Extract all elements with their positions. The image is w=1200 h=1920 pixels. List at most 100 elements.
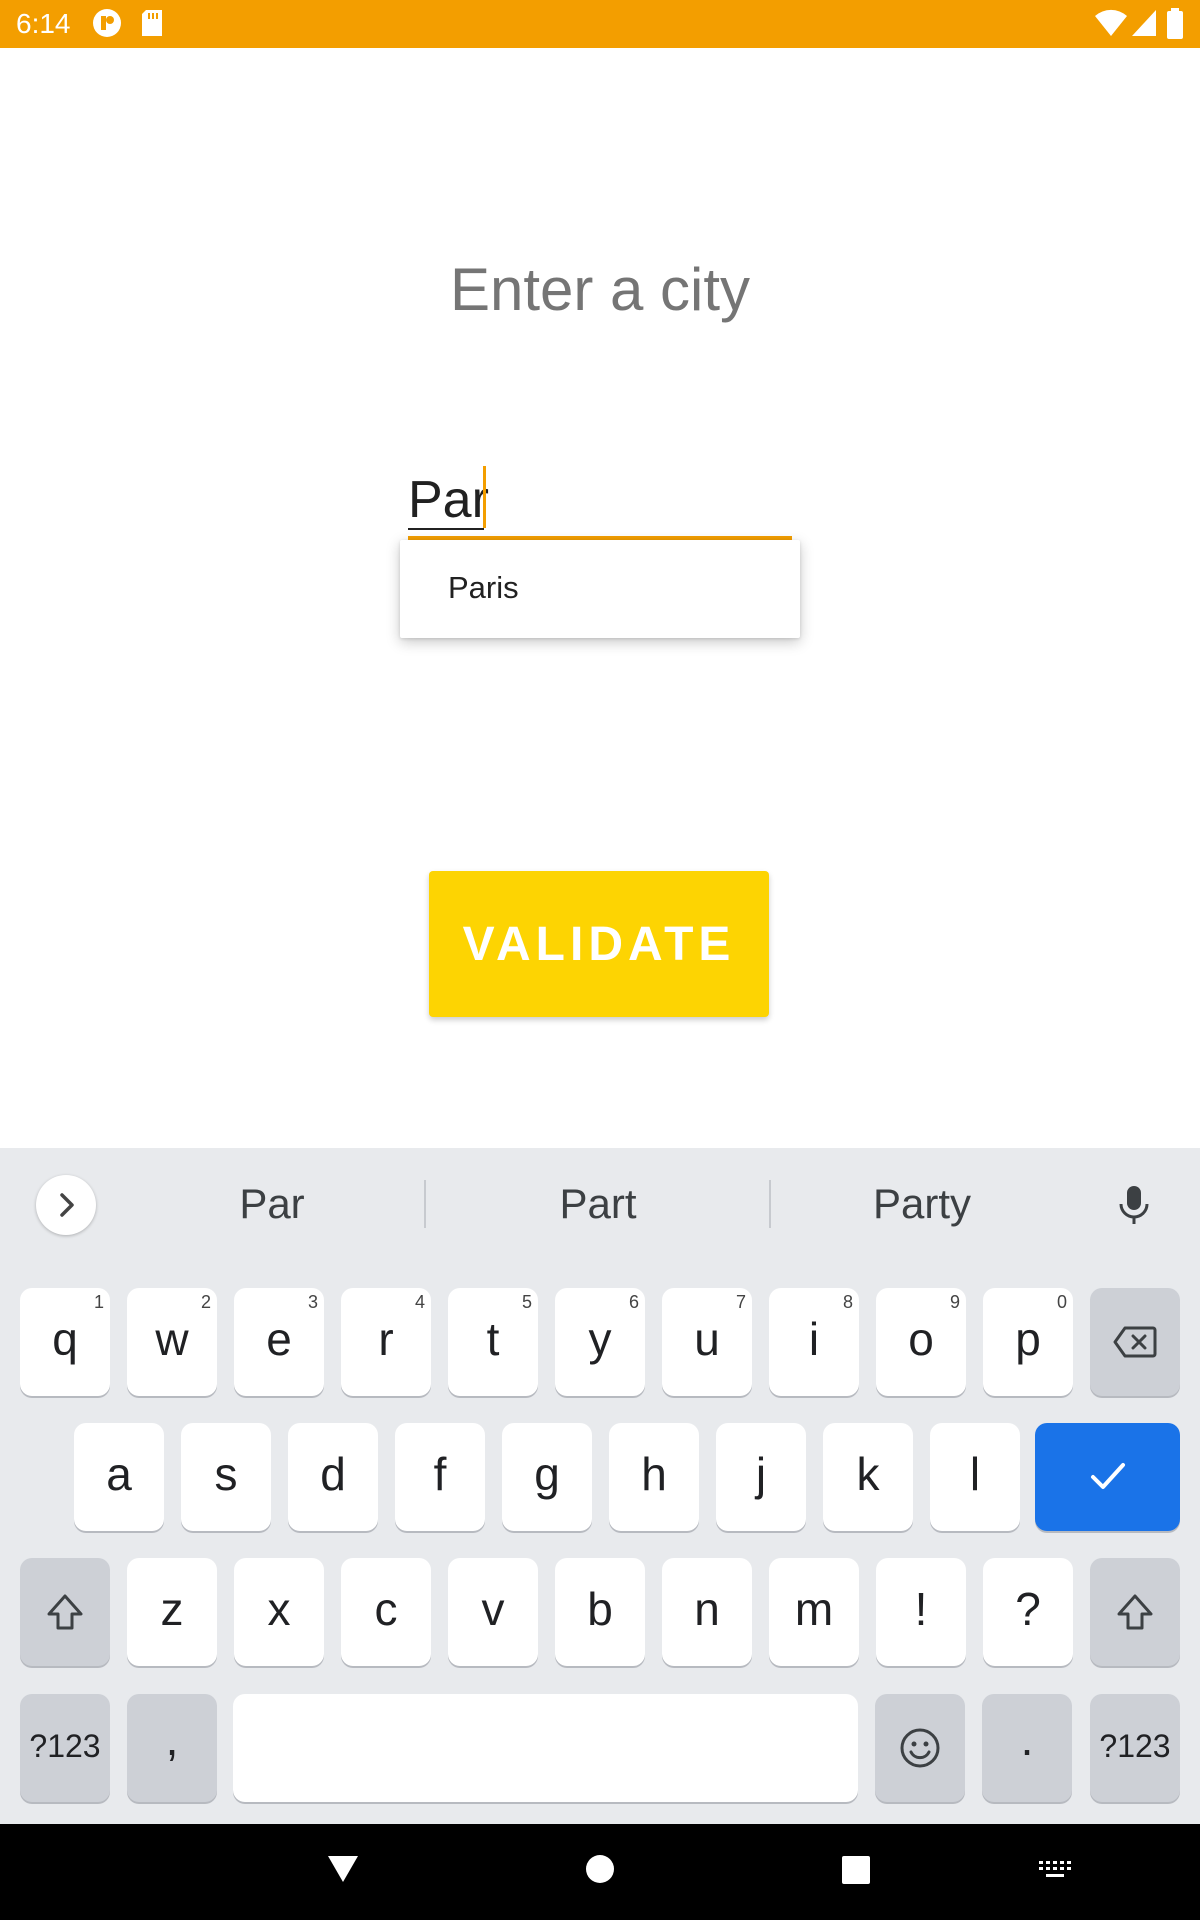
period-key[interactable]: . xyxy=(982,1694,1072,1802)
backspace-icon xyxy=(1113,1326,1157,1358)
key-label: h xyxy=(641,1448,667,1500)
key-a[interactable]: a xyxy=(74,1423,164,1531)
composing-underline xyxy=(408,528,484,530)
key-label: y xyxy=(588,1313,612,1365)
key-g[interactable]: g xyxy=(502,1423,592,1531)
key-hint: 3 xyxy=(307,1292,318,1312)
key-label: c xyxy=(374,1583,398,1635)
key-label: k xyxy=(856,1448,880,1500)
key-o[interactable]: 9o xyxy=(876,1288,966,1396)
key-z[interactable]: z xyxy=(127,1558,217,1666)
key-m[interactable]: m xyxy=(769,1558,859,1666)
key-w[interactable]: 2w xyxy=(127,1288,217,1396)
key-label: w xyxy=(155,1313,189,1365)
key-exclamation[interactable]: ! xyxy=(876,1558,966,1666)
key-question[interactable]: ? xyxy=(983,1558,1073,1666)
key-label: v xyxy=(481,1583,505,1635)
key-hint: 5 xyxy=(521,1292,532,1312)
autocomplete-item[interactable]: Paris xyxy=(448,570,519,606)
chevron-right-icon xyxy=(60,1193,74,1217)
home-circle-icon[interactable] xyxy=(585,1854,615,1889)
keyboard-switch-icon[interactable] xyxy=(1038,1860,1072,1885)
comma-key[interactable]: , xyxy=(127,1694,217,1802)
key-label: j xyxy=(755,1448,767,1500)
space-bar[interactable] xyxy=(233,1694,858,1802)
key-h[interactable]: h xyxy=(609,1423,699,1531)
key-hint: 6 xyxy=(628,1292,639,1312)
status-bar: 6:14 xyxy=(0,0,1200,48)
key-label: a xyxy=(106,1448,132,1500)
validate-button[interactable]: VALIDATE xyxy=(429,871,769,1017)
key-label: q xyxy=(52,1313,78,1365)
key-hint: 0 xyxy=(1056,1292,1067,1312)
checkmark-icon xyxy=(1091,1463,1125,1489)
suggestion-3[interactable]: Party xyxy=(822,1180,1022,1228)
key-b[interactable]: b xyxy=(555,1558,645,1666)
key-k[interactable]: k xyxy=(823,1423,913,1531)
done-key[interactable] xyxy=(1035,1423,1180,1531)
key-u[interactable]: 7u xyxy=(662,1288,752,1396)
key-label: n xyxy=(694,1583,720,1635)
key-e[interactable]: 3e xyxy=(234,1288,324,1396)
key-p[interactable]: 0p xyxy=(983,1288,1073,1396)
suggestion-2[interactable]: Part xyxy=(498,1180,698,1228)
autocomplete-dropdown: Paris xyxy=(400,540,800,638)
key-x[interactable]: x xyxy=(234,1558,324,1666)
symbols-key-left[interactable]: ?123 xyxy=(20,1694,110,1802)
key-label: f xyxy=(433,1448,447,1500)
emoji-key[interactable] xyxy=(875,1694,965,1802)
period-key-label: . xyxy=(1020,1713,1034,1765)
key-label: ? xyxy=(1015,1583,1041,1635)
suggestion-divider xyxy=(769,1180,771,1228)
shift-arrow-icon xyxy=(47,1594,83,1630)
suggestion-1[interactable]: Par xyxy=(172,1180,372,1228)
signal-icon xyxy=(1130,8,1158,43)
key-y[interactable]: 6y xyxy=(555,1288,645,1396)
key-q[interactable]: 1q xyxy=(20,1288,110,1396)
key-label: x xyxy=(267,1583,291,1635)
key-label: e xyxy=(266,1313,292,1365)
key-t[interactable]: 5t xyxy=(448,1288,538,1396)
key-v[interactable]: v xyxy=(448,1558,538,1666)
key-n[interactable]: n xyxy=(662,1558,752,1666)
key-label: l xyxy=(969,1448,981,1500)
status-time: 6:14 xyxy=(16,8,71,39)
recents-square-icon[interactable] xyxy=(841,1855,871,1890)
shift-key-right[interactable] xyxy=(1090,1558,1180,1666)
key-label: p xyxy=(1015,1313,1041,1365)
symbols-key-right[interactable]: ?123 xyxy=(1090,1694,1180,1802)
key-s[interactable]: s xyxy=(181,1423,271,1531)
sd-card-icon xyxy=(140,8,164,43)
key-label: o xyxy=(908,1313,934,1365)
wifi-icon xyxy=(1094,8,1128,43)
key-label: t xyxy=(486,1313,500,1365)
key-c[interactable]: c xyxy=(341,1558,431,1666)
key-d[interactable]: d xyxy=(288,1423,378,1531)
soft-keyboard: Par Part Party 1q2w3e4r5t6y7u8i9o0p asdf… xyxy=(0,1148,1200,1824)
key-hint: 9 xyxy=(949,1292,960,1312)
microphone-icon[interactable] xyxy=(1114,1184,1154,1233)
notification-r-icon xyxy=(92,8,122,43)
key-f[interactable]: f xyxy=(395,1423,485,1531)
city-input-value[interactable]: Par xyxy=(408,462,489,538)
backspace-key[interactable] xyxy=(1090,1288,1180,1396)
key-label: d xyxy=(320,1448,346,1500)
city-input[interactable]: Par xyxy=(408,462,792,540)
key-label: ! xyxy=(914,1583,928,1635)
key-j[interactable]: j xyxy=(716,1423,806,1531)
symbols-key-label: ?123 xyxy=(29,1728,101,1764)
key-i[interactable]: 8i xyxy=(769,1288,859,1396)
suggestion-expand-button[interactable] xyxy=(36,1175,96,1235)
key-label: m xyxy=(794,1583,834,1635)
key-label: b xyxy=(587,1583,613,1635)
suggestion-divider xyxy=(424,1180,426,1228)
shift-key-left[interactable] xyxy=(20,1558,110,1666)
key-label: r xyxy=(378,1313,394,1365)
key-label: s xyxy=(214,1448,238,1500)
key-hint: 7 xyxy=(735,1292,746,1312)
back-triangle-icon[interactable] xyxy=(326,1854,360,1889)
key-label: u xyxy=(694,1313,720,1365)
key-l[interactable]: l xyxy=(930,1423,1020,1531)
battery-icon xyxy=(1166,8,1184,45)
key-r[interactable]: 4r xyxy=(341,1288,431,1396)
